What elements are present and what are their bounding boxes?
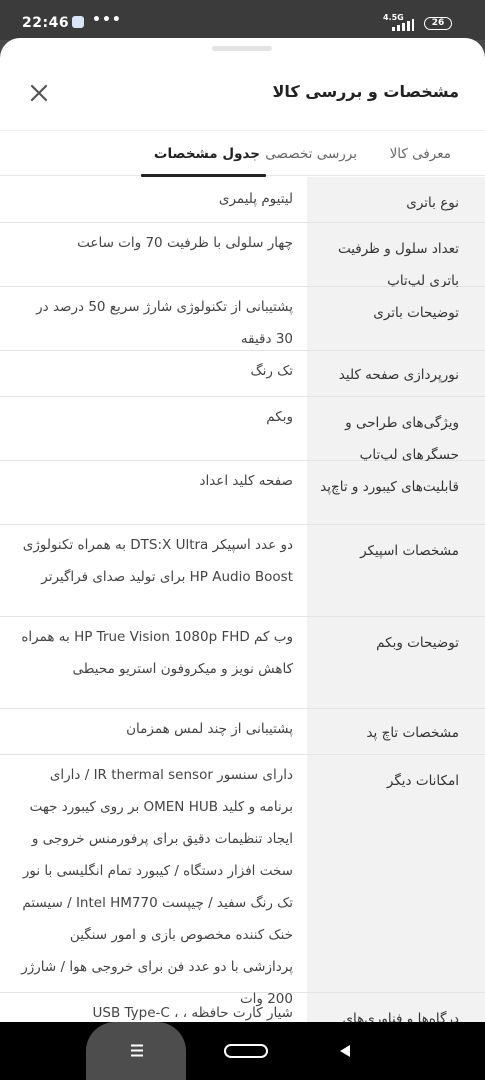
battery-icon: 26 xyxy=(424,17,452,30)
menu-icon xyxy=(131,1044,143,1057)
spec-value: دو عدد اسپیکر DTS:X Ultra به همراه تکنول… xyxy=(22,537,293,585)
spec-value: دارای سنسور IR thermal sensor / دارای بر… xyxy=(21,767,293,1007)
spec-label: تعداد سلول و ظرفیت باتری لپ‌تاپ xyxy=(307,223,485,289)
spec-row: ویژگی‌های طراحی و حسگرهای لپ‌تاپ وبکم xyxy=(0,397,485,463)
app-notification-icon xyxy=(72,16,84,28)
spec-label: نورپردازی صفحه کلید xyxy=(307,351,485,396)
status-bar: 22:46 ••• 4.5G 26 xyxy=(0,0,485,40)
status-time: 22:46 xyxy=(22,15,70,31)
spec-value: شیار کارت حافظه ، ، USB Type-C xyxy=(92,1005,294,1021)
sheet-grabber[interactable] xyxy=(212,46,272,51)
tab-expert-review[interactable]: بررسی تخصصی xyxy=(265,131,357,177)
back-triangle-icon[interactable] xyxy=(338,1044,352,1058)
notification-dots: ••• xyxy=(92,12,122,28)
spec-value: وب کم HP True Vision 1080p FHD به همراه … xyxy=(21,629,293,677)
close-icon xyxy=(30,84,48,102)
sheet-title: مشخصات و بررسی کالا xyxy=(272,82,459,101)
spec-row: نوع باتری لیتیوم پلیمری xyxy=(0,177,485,223)
navigation-bar xyxy=(0,1022,485,1080)
spec-row: مشخصات تاچ پد پشتیبانی از چند لمس همزمان xyxy=(0,709,485,755)
spec-label: امکانات دیگر xyxy=(307,755,485,992)
close-button[interactable] xyxy=(26,80,52,106)
spec-row: درگاه‌ها و فناوری‌های شیار کارت حافظه ، ،… xyxy=(0,993,485,1022)
spec-row: تعداد سلول و ظرفیت باتری لپ‌تاپ چهار سلول… xyxy=(0,223,485,289)
spec-value: صفحه کلید اعداد xyxy=(199,473,293,489)
spec-row: قابلیت‌های کیبورد و تاچ‌پد صفحه کلید اعدا… xyxy=(0,461,485,525)
spec-label: مشخصات تاچ پد xyxy=(307,709,485,754)
tab-introduction[interactable]: معرفی کالا xyxy=(390,131,451,177)
tab-specifications[interactable]: جدول مشخصات xyxy=(154,131,260,177)
spec-value: پشتیبانی از چند لمس همزمان xyxy=(126,721,293,737)
spec-label: توضیحات وبکم xyxy=(307,617,485,708)
spec-label: قابلیت‌های کیبورد و تاچ‌پد xyxy=(307,461,485,524)
spec-label: مشخصات اسپیکر xyxy=(307,525,485,616)
signal-icon xyxy=(392,19,414,31)
spec-row: نورپردازی صفحه کلید تک رنگ xyxy=(0,351,485,397)
tab-bar: معرفی کالا بررسی تخصصی جدول مشخصات xyxy=(0,130,485,177)
spec-row: توضیحات وبکم وب کم HP True Vision 1080p F… xyxy=(0,617,485,709)
spec-value: تک رنگ xyxy=(250,363,294,379)
spec-row: مشخصات اسپیکر دو عدد اسپیکر DTS:X Ultra ب… xyxy=(0,525,485,617)
spec-value: چهار سلولی با ظرفیت 70 وات ساعت xyxy=(77,235,293,251)
spec-value: پشتیبانی از تکنولوژی شارژ سریع 50 درصد د… xyxy=(36,299,293,347)
spec-value: لیتیوم پلیمری xyxy=(218,191,293,207)
spec-label: درگاه‌ها و فناوری‌های xyxy=(307,993,485,1022)
spec-row: امکانات دیگر دارای سنسور IR thermal senso… xyxy=(0,755,485,1007)
spec-table: نوع باتری لیتیوم پلیمری تعداد سلول و ظرفی… xyxy=(0,177,485,1022)
home-pill-icon[interactable] xyxy=(224,1044,268,1058)
spec-label: نوع باتری xyxy=(307,177,485,222)
spec-label: ویژگی‌های طراحی و حسگرهای لپ‌تاپ xyxy=(307,397,485,463)
spec-row: توضیحات باتری پشتیبانی از تکنولوژی شارژ س… xyxy=(0,287,485,351)
spec-value: وبکم xyxy=(266,409,293,425)
spec-sheet: مشخصات و بررسی کالا معرفی کالا بررسی تخص… xyxy=(0,38,485,1022)
spec-label: توضیحات باتری xyxy=(307,287,485,350)
nav-menu-button[interactable] xyxy=(86,1022,186,1080)
